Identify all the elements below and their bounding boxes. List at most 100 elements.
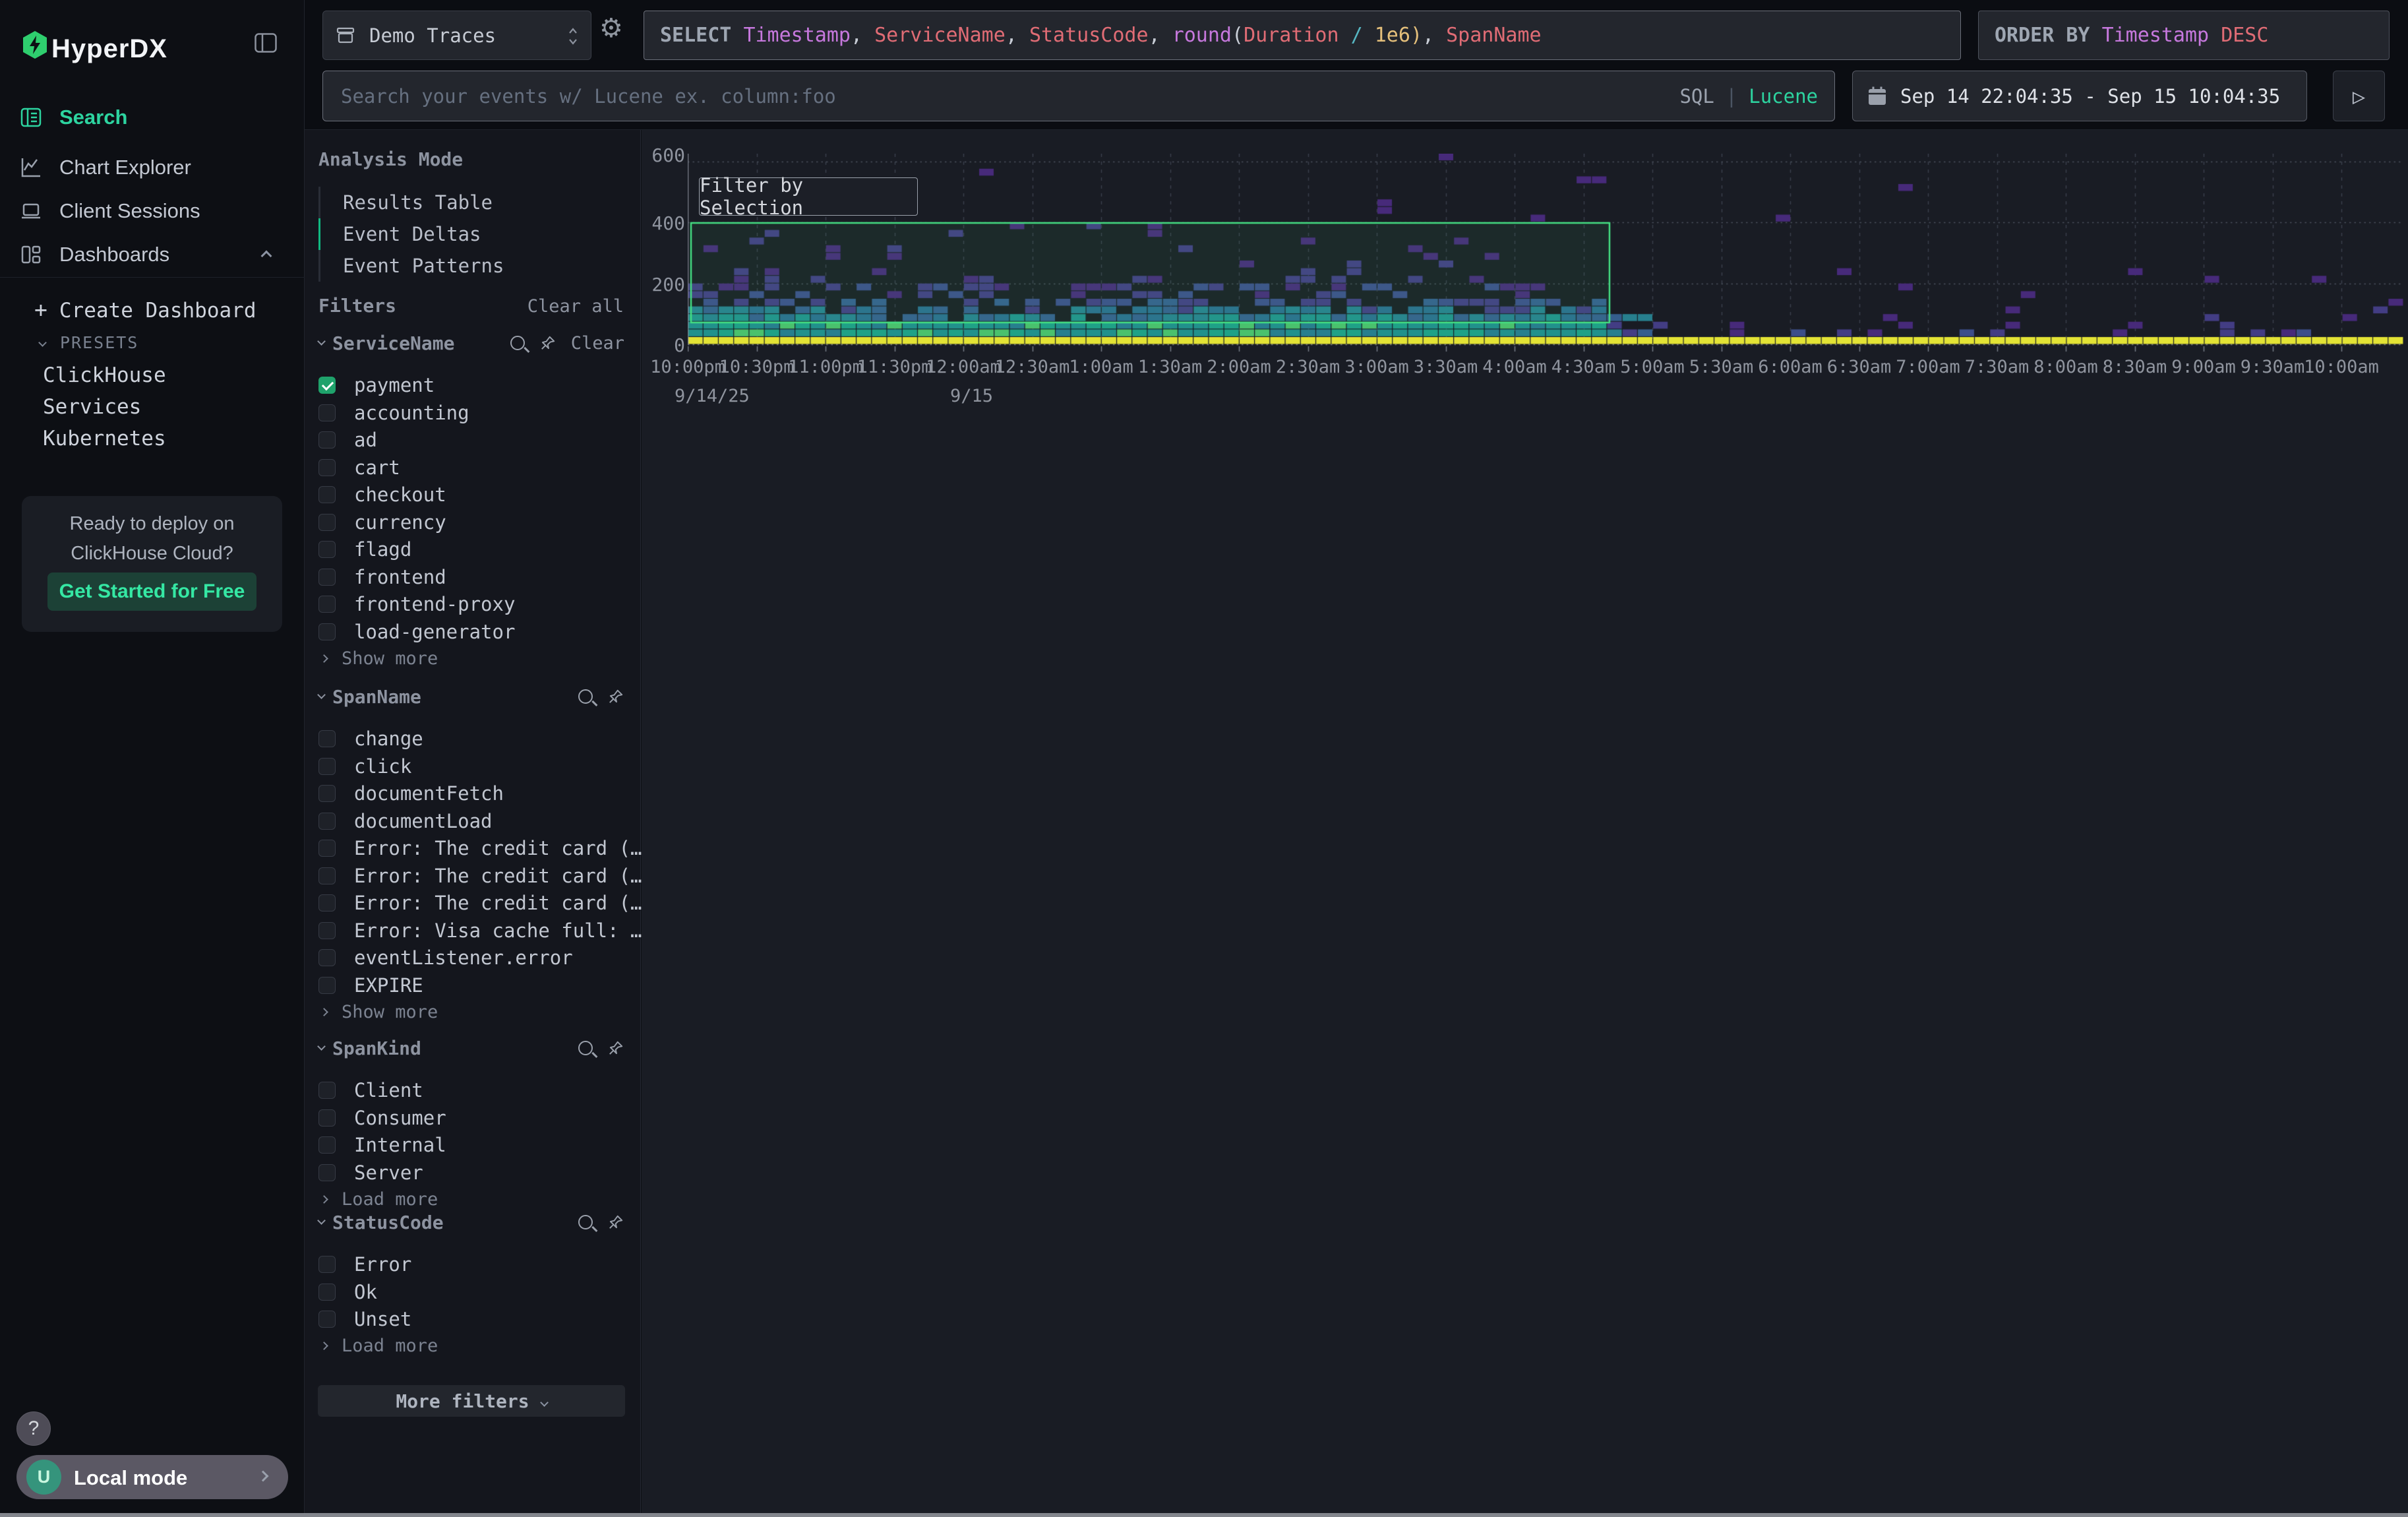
search-icon[interactable] [510,336,525,350]
search-icon[interactable] [578,1215,593,1229]
load-more-link[interactable]: Load more [321,1338,641,1354]
filter-option-documentfetch[interactable]: documentFetch [318,785,641,802]
sidebar-item-services[interactable]: Services [43,395,141,419]
search-icon[interactable] [578,689,593,704]
checkbox[interactable] [318,377,336,394]
checkbox[interactable] [318,785,336,802]
horizontal-scrollbar[interactable] [0,1513,2408,1517]
load-more-link[interactable]: Load more [321,1191,641,1207]
filter-option-error-the-credit-card[interactable]: Error: The credit card (… [318,867,641,884]
sidebar-item-clickhouse[interactable]: ClickHouse [43,363,166,387]
sidebar-item-dashboards[interactable]: Dashboards [0,236,305,273]
filter-group-name[interactable]: SpanKind [332,1037,421,1059]
checkbox[interactable] [318,1284,336,1301]
clear-group-button[interactable]: Clear [571,333,624,354]
sql-mode-button[interactable]: SQL [1679,85,1714,108]
checkbox[interactable] [318,514,336,531]
pin-icon[interactable] [607,1039,624,1057]
filter-option-client[interactable]: Client [318,1082,641,1099]
create-dashboard-button[interactable]: +Create Dashboard [34,297,256,323]
show-more-link[interactable]: Show more [321,650,641,666]
checkbox[interactable] [318,949,336,966]
filter-group-name[interactable]: ServiceName [332,332,454,354]
filter-option-eventlistener-error[interactable]: eventListener.error [318,949,641,966]
sql-select-input[interactable]: SELECT Timestamp, ServiceName, StatusCod… [644,11,1961,60]
filter-option-frontend-proxy[interactable]: frontend-proxy [318,596,641,613]
run-query-button[interactable]: ▷ [2333,71,2385,121]
checkbox[interactable] [318,623,336,640]
filter-option-change[interactable]: change [318,730,641,747]
sidebar-item-kubernetes[interactable]: Kubernetes [43,427,166,450]
filter-option-accounting[interactable]: accounting [318,404,641,421]
filter-option-currency[interactable]: currency [318,514,641,531]
filter-option-internal[interactable]: Internal [318,1136,641,1154]
checkbox[interactable] [318,758,336,775]
filter-option-payment[interactable]: payment [318,377,641,394]
analysis-mode-event-deltas[interactable]: Event Deltas [343,218,481,250]
sidebar-item-search[interactable]: Search [0,99,305,136]
chevron-down-icon[interactable] [317,691,326,699]
checkbox[interactable] [318,1311,336,1328]
checkbox[interactable] [318,867,336,884]
pin-icon[interactable] [607,1214,624,1231]
filter-option-server[interactable]: Server [318,1164,641,1181]
checkbox[interactable] [318,1136,336,1154]
lucene-mode-button[interactable]: Lucene [1749,85,1818,108]
clear-all-filters-button[interactable]: Clear all [527,296,624,317]
checkbox[interactable] [318,486,336,503]
filter-option-frontend[interactable]: frontend [318,569,641,586]
search-input[interactable]: Search your events w/ Lucene ex. column:… [322,71,1835,121]
get-started-button[interactable]: Get Started for Free [47,573,256,611]
filter-option-error-the-credit-card[interactable]: Error: The credit card (… [318,894,641,912]
order-by-input[interactable]: ORDER BY Timestamp DESC [1978,11,2390,60]
filter-option-load-generator[interactable]: load-generator [318,623,641,640]
checkbox[interactable] [318,922,336,939]
checkbox[interactable] [318,1082,336,1099]
user-menu[interactable]: U Local mode [16,1455,288,1499]
chevron-down-icon[interactable] [317,1042,326,1051]
presets-toggle[interactable]: PRESETS [40,333,138,352]
filter-option-ad[interactable]: ad [318,431,641,449]
checkbox[interactable] [318,431,336,449]
show-more-link[interactable]: Show more [321,1004,641,1020]
analysis-mode-event-patterns[interactable]: Event Patterns [343,250,504,282]
date-range-picker[interactable]: Sep 14 22:04:35 - Sep 15 10:04:35 [1852,71,2307,121]
checkbox[interactable] [318,840,336,857]
duration-heatmap-canvas[interactable] [688,154,2403,353]
filter-option-error-visa-cache-full[interactable]: Error: Visa cache full: … [318,922,641,939]
pin-icon[interactable] [539,334,557,352]
source-select[interactable]: Demo Traces [322,11,591,60]
analysis-mode-results-table[interactable]: Results Table [343,187,493,218]
gear-icon[interactable]: ⚙ [599,13,623,44]
filter-option-checkout[interactable]: checkout [318,486,641,503]
filter-by-selection-button[interactable]: Filter by Selection [699,177,918,216]
filter-option-unset[interactable]: Unset [318,1311,641,1328]
checkbox[interactable] [318,1256,336,1273]
checkbox[interactable] [318,977,336,994]
pin-icon[interactable] [607,688,624,705]
more-filters-button[interactable]: More filters [318,1385,625,1417]
chevron-down-icon[interactable] [317,337,326,346]
filter-option-click[interactable]: click [318,758,641,775]
filter-option-cart[interactable]: cart [318,459,641,476]
checkbox[interactable] [318,569,336,586]
checkbox[interactable] [318,1109,336,1127]
checkbox[interactable] [318,730,336,747]
filter-group-name[interactable]: StatusCode [332,1212,444,1233]
filter-option-documentload[interactable]: documentLoad [318,813,641,830]
filter-option-error-the-credit-card[interactable]: Error: The credit card (… [318,840,641,857]
filter-option-ok[interactable]: Ok [318,1284,641,1301]
filter-group-name[interactable]: SpanName [332,686,421,708]
filter-option-error[interactable]: Error [318,1256,641,1273]
checkbox[interactable] [318,894,336,912]
sidebar-item-chart-explorer[interactable]: Chart Explorer [0,149,305,186]
checkbox[interactable] [318,1164,336,1181]
sidebar-item-client-sessions[interactable]: Client Sessions [0,193,305,230]
chevron-down-icon[interactable] [317,1216,326,1225]
checkbox[interactable] [318,404,336,421]
search-icon[interactable] [578,1041,593,1055]
filter-option-consumer[interactable]: Consumer [318,1109,641,1127]
checkbox[interactable] [318,813,336,830]
checkbox[interactable] [318,459,336,476]
checkbox[interactable] [318,541,336,558]
